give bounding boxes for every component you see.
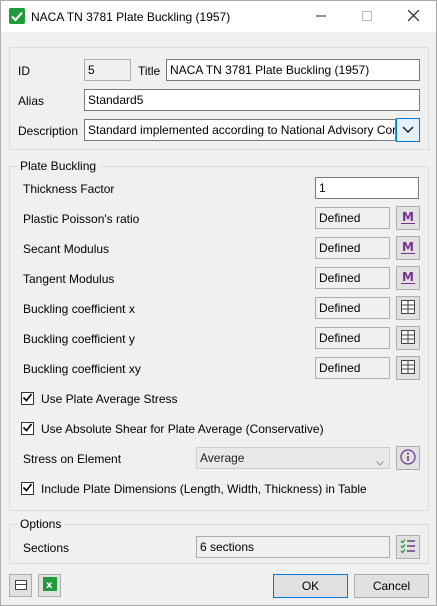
window-title: NACA TN 3781 Plate Buckling (1957) xyxy=(31,10,231,24)
sections-label: Sections xyxy=(23,541,70,555)
material-icon: M xyxy=(400,209,416,228)
poisson-ratio-material-button[interactable]: M xyxy=(396,206,420,230)
secant-modulus-material-button[interactable]: M xyxy=(396,236,420,260)
chevron-down-icon xyxy=(376,455,384,468)
options-group-title: Options xyxy=(17,517,65,531)
stress-on-element-value: Average xyxy=(200,451,245,465)
buckling-coefficient-xy-label: Buckling coefficient xy xyxy=(23,362,141,376)
title-label: Title xyxy=(138,64,161,78)
use-abs-shear-label: Use Absolute Shear for Plate Average (Co… xyxy=(41,422,324,436)
close-button[interactable] xyxy=(390,1,436,32)
title-bar: NACA TN 3781 Plate Buckling (1957) xyxy=(1,1,436,32)
include-dims-checkbox[interactable] xyxy=(21,482,34,495)
id-label: ID xyxy=(18,64,30,78)
app-check-icon xyxy=(9,8,25,24)
minimize-icon xyxy=(316,10,326,24)
sections-edit-button[interactable] xyxy=(396,535,420,559)
description-field[interactable]: Standard implemented according to Nation… xyxy=(84,119,396,141)
buckling-coefficient-x-label: Buckling coefficient x xyxy=(23,302,135,316)
poisson-ratio-label: Plastic Poisson's ratio xyxy=(23,212,140,226)
title-field[interactable]: NACA TN 3781 Plate Buckling (1957) xyxy=(166,59,420,81)
svg-text:M: M xyxy=(402,270,414,284)
checkmark-icon xyxy=(22,392,33,406)
buckling-coefficient-xy-table-button[interactable] xyxy=(396,356,420,380)
tangent-modulus-label: Tangent Modulus xyxy=(23,272,115,286)
chevron-down-icon xyxy=(402,123,414,137)
table-icon xyxy=(400,299,416,318)
svg-text:M: M xyxy=(402,240,414,254)
thickness-factor-label: Thickness Factor xyxy=(23,182,115,196)
table-icon xyxy=(400,359,416,378)
minimize-button[interactable] xyxy=(298,1,344,32)
checkmark-icon xyxy=(22,422,33,436)
plate-buckling-group-title: Plate Buckling xyxy=(17,159,100,173)
use-plate-average-checkbox[interactable] xyxy=(21,392,34,405)
secant-modulus-label: Secant Modulus xyxy=(23,242,110,256)
buckling-coefficient-y-field: Defined xyxy=(315,327,390,349)
maximize-icon xyxy=(362,10,372,24)
alias-field[interactable]: Standard5 xyxy=(84,89,420,111)
stress-on-element-select[interactable]: Average xyxy=(196,447,390,469)
id-field: 5 xyxy=(84,59,131,81)
buckling-coefficient-x-field: Defined xyxy=(315,297,390,319)
tangent-modulus-material-button[interactable]: M xyxy=(396,266,420,290)
use-abs-shear-checkbox[interactable] xyxy=(21,422,34,435)
buckling-coefficient-y-table-button[interactable] xyxy=(396,326,420,350)
svg-text:x: x xyxy=(46,580,53,591)
ok-button[interactable]: OK xyxy=(273,574,348,598)
sections-field: 6 sections xyxy=(196,536,390,558)
stress-on-element-label: Stress on Element xyxy=(23,452,122,466)
description-expand-button[interactable] xyxy=(396,118,420,142)
footer-tool-button-1[interactable] xyxy=(9,574,32,597)
material-icon: M xyxy=(400,239,416,258)
window-icon xyxy=(14,579,27,593)
stress-on-element-info-button[interactable] xyxy=(396,446,420,470)
use-plate-average-label: Use Plate Average Stress xyxy=(41,392,178,406)
poisson-ratio-field: Defined xyxy=(315,207,390,229)
description-label: Description xyxy=(18,124,79,138)
info-icon xyxy=(400,448,416,468)
checkmark-icon xyxy=(22,482,33,496)
alias-label: Alias xyxy=(18,94,45,108)
table-icon xyxy=(400,329,416,348)
include-dims-label: Include Plate Dimensions (Length, Width,… xyxy=(41,482,367,496)
footer-tool-button-2[interactable]: x xyxy=(38,574,61,597)
thickness-factor-field[interactable]: 1 xyxy=(315,177,419,199)
dialog-window: NACA TN 3781 Plate Buckling (1957) ID 5 … xyxy=(0,0,437,606)
tangent-modulus-field: Defined xyxy=(315,267,390,289)
maximize-button[interactable] xyxy=(344,1,390,32)
cancel-button[interactable]: Cancel xyxy=(354,574,429,598)
material-icon: M xyxy=(400,269,416,288)
buckling-coefficient-y-label: Buckling coefficient y xyxy=(23,332,135,346)
close-icon xyxy=(407,9,419,24)
buckling-coefficient-x-table-button[interactable] xyxy=(396,296,420,320)
spreadsheet-export-icon: x xyxy=(42,576,58,595)
svg-text:M: M xyxy=(402,210,414,224)
secant-modulus-field: Defined xyxy=(315,237,390,259)
checklist-icon xyxy=(400,538,416,557)
buckling-coefficient-xy-field: Defined xyxy=(315,357,390,379)
